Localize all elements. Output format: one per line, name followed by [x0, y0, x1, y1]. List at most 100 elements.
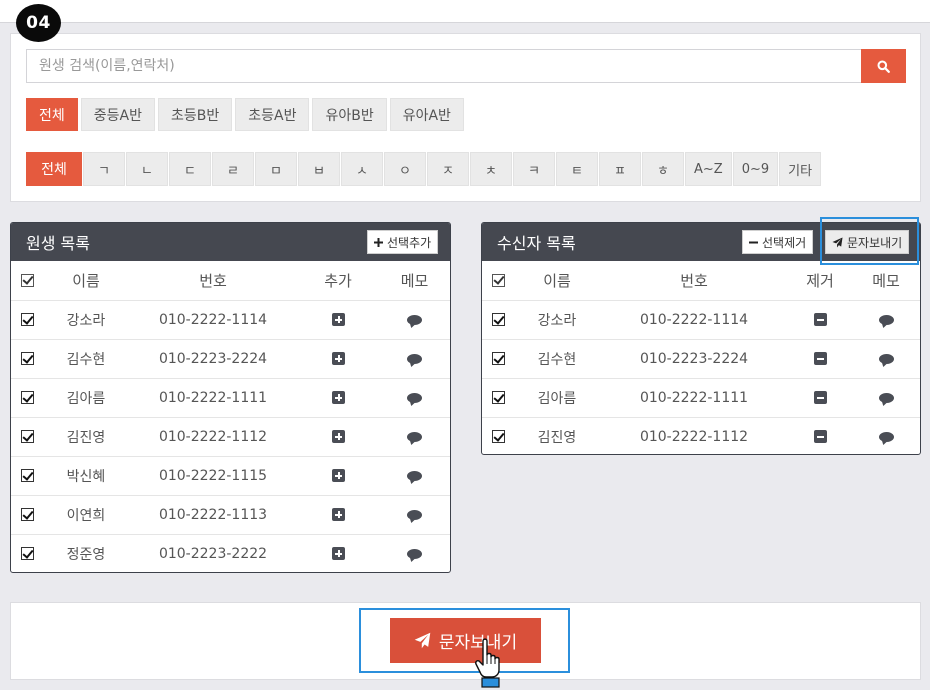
consonant-filter[interactable]: ㅁ — [255, 152, 297, 186]
row-checkbox[interactable] — [491, 430, 505, 444]
table-row: 박신혜 010-2222-1115 — [11, 456, 450, 496]
consonant-filter[interactable]: ㅋ — [513, 152, 555, 186]
recipient-name: 강소라 — [514, 300, 600, 340]
remove-square-icon[interactable] — [813, 430, 827, 444]
table-row: 김수현 010-2223-2224 — [11, 339, 450, 379]
column-add: 추가 — [297, 261, 379, 301]
add-square-icon[interactable] — [331, 508, 345, 521]
table-row: 김아름 010-2222-1111 — [482, 378, 920, 418]
table-row: 정준영 010-2223-2222 — [11, 534, 450, 572]
column-memo: 메모 — [852, 261, 920, 301]
consonant-filter[interactable]: ㅈ — [427, 152, 469, 186]
student-name: 강소라 — [43, 300, 129, 340]
add-square-icon[interactable] — [331, 469, 345, 482]
table-row: 김수현 010-2223-2224 — [482, 339, 920, 379]
recipient-name: 김수현 — [514, 339, 600, 379]
memo-bubble-icon[interactable] — [407, 392, 422, 403]
consonant-filter-all[interactable]: 전체 — [26, 152, 82, 186]
consonant-filter[interactable]: ㅅ — [341, 152, 383, 186]
row-checkbox[interactable] — [20, 313, 34, 326]
add-square-icon[interactable] — [331, 313, 345, 326]
student-name: 박신혜 — [43, 456, 129, 496]
class-filter-kinder-a[interactable]: 유아A반 — [389, 98, 464, 131]
consonant-filter[interactable]: ㄱ — [83, 152, 125, 186]
class-filter-kinder-b[interactable]: 유아B반 — [312, 98, 387, 131]
row-checkbox[interactable] — [491, 352, 505, 365]
consonant-filter[interactable]: ㅎ — [642, 152, 684, 186]
recipient-table: 이름 번호 제거 메모 강소라 010-2222-1114 김수현 010-22… — [482, 261, 920, 454]
send-message-header-label: 문자보내기 — [847, 235, 903, 250]
student-name: 김수현 — [43, 339, 129, 379]
row-checkbox[interactable] — [20, 508, 34, 521]
row-checkbox[interactable] — [20, 469, 34, 482]
row-checkbox[interactable] — [20, 352, 34, 365]
consonant-filter-digits[interactable]: 0~9 — [732, 152, 779, 186]
consonant-filter[interactable]: ㅊ — [470, 152, 512, 186]
column-name: 이름 — [43, 261, 129, 301]
class-filter-elementary-b[interactable]: 초등B반 — [157, 98, 233, 131]
memo-bubble-icon[interactable] — [407, 353, 422, 364]
add-selected-label: 선택추가 — [387, 235, 432, 250]
select-all-checkbox[interactable] — [491, 274, 505, 288]
memo-bubble-icon[interactable] — [407, 509, 422, 520]
class-filter-elementary-a[interactable]: 초등A반 — [235, 98, 310, 131]
consonant-filter[interactable]: ㅍ — [599, 152, 641, 186]
consonant-filter[interactable]: ㄷ — [169, 152, 211, 186]
consonant-filter[interactable]: ㄴ — [126, 152, 168, 186]
column-remove: 제거 — [788, 261, 852, 301]
student-number: 010-2222-1111 — [129, 378, 297, 418]
add-square-icon[interactable] — [331, 547, 345, 561]
column-number: 번호 — [600, 261, 788, 301]
student-number: 010-2222-1114 — [129, 300, 297, 340]
class-filter-all[interactable]: 전체 — [26, 98, 78, 131]
add-square-icon[interactable] — [331, 391, 345, 404]
send-message-header-button[interactable]: 문자보내기 — [825, 230, 910, 254]
memo-bubble-icon[interactable] — [878, 392, 894, 403]
send-message-button[interactable]: 문자보내기 — [390, 618, 541, 663]
memo-bubble-icon[interactable] — [878, 353, 894, 364]
remove-square-icon[interactable] — [813, 352, 827, 365]
memo-bubble-icon[interactable] — [407, 431, 422, 442]
consonant-filter[interactable]: ㅂ — [298, 152, 340, 186]
student-search-input[interactable] — [26, 49, 862, 83]
class-filter-middle-a[interactable]: 중등A반 — [80, 98, 155, 131]
row-checkbox[interactable] — [20, 430, 34, 443]
consonant-filter-other[interactable]: 기타 — [779, 152, 822, 186]
recipient-number: 010-2223-2224 — [600, 339, 788, 379]
row-checkbox[interactable] — [491, 313, 505, 326]
remove-square-icon[interactable] — [813, 391, 827, 404]
add-square-icon[interactable] — [331, 352, 345, 365]
memo-bubble-icon[interactable] — [407, 470, 422, 481]
row-checkbox[interactable] — [491, 391, 505, 404]
table-row: 강소라 010-2222-1114 — [482, 300, 920, 340]
recipient-name: 김아름 — [514, 378, 600, 418]
select-all-cell[interactable] — [11, 261, 43, 301]
recipient-number: 010-2222-1112 — [639, 428, 749, 445]
consonant-filter[interactable]: ㅌ — [556, 152, 598, 186]
row-checkbox[interactable] — [20, 547, 34, 561]
row-checkbox[interactable] — [20, 391, 34, 404]
memo-bubble-icon[interactable] — [407, 548, 422, 559]
student-number: 010-2222-1112 — [129, 417, 297, 457]
add-selected-button[interactable]: 선택추가 — [367, 230, 439, 254]
student-number: 010-2223-2222 — [158, 545, 268, 562]
remove-selected-button[interactable]: 선택제거 — [742, 230, 814, 254]
memo-bubble-icon[interactable] — [407, 314, 422, 325]
select-all-checkbox[interactable] — [20, 274, 34, 288]
memo-bubble-icon[interactable] — [878, 431, 894, 442]
search-button[interactable] — [861, 49, 906, 83]
memo-bubble-icon[interactable] — [878, 314, 894, 325]
consonant-filter[interactable]: ㄹ — [212, 152, 254, 186]
table-row: 강소라 010-2222-1114 — [11, 300, 450, 340]
select-all-cell[interactable] — [482, 261, 514, 301]
student-name: 정준영 — [66, 546, 106, 563]
remove-square-icon[interactable] — [813, 313, 827, 326]
table-row: 김진영 010-2222-1112 — [11, 417, 450, 457]
student-list-panel: 원생 목록 선택추가 이름 번호 추가 메모 강소라 010-2222-1114 — [10, 222, 451, 573]
consonant-filter[interactable]: ㅇ — [384, 152, 426, 186]
student-table: 이름 번호 추가 메모 강소라 010-2222-1114 김수현 010-22… — [11, 261, 450, 572]
column-name: 이름 — [514, 261, 600, 301]
add-square-icon[interactable] — [331, 430, 345, 443]
consonant-filter-az[interactable]: A~Z — [685, 152, 732, 186]
remove-selected-label: 선택제거 — [762, 235, 807, 250]
